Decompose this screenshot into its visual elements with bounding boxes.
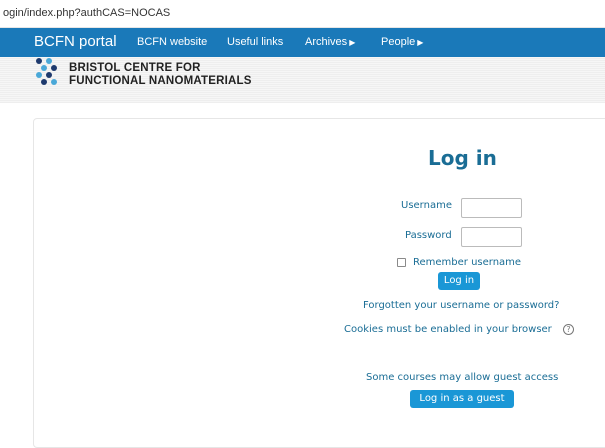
brand-link[interactable]: BCFN portal	[34, 33, 117, 50]
login-panel	[33, 118, 605, 448]
nav-menu-people[interactable]: People ▶	[381, 36, 423, 48]
guest-access-text: Some courses may allow guest access	[366, 372, 559, 383]
login-button[interactable]: Log in	[438, 272, 480, 290]
cookies-notice: Cookies must be enabled in your browser	[344, 324, 552, 335]
password-input[interactable]	[461, 227, 522, 247]
username-label: Username	[401, 200, 452, 211]
logo-line: BRISTOL CENTRE FOR	[69, 62, 201, 74]
bcfn-logo-icon	[36, 58, 57, 85]
password-label: Password	[405, 230, 452, 241]
nav-menu-archives[interactable]: Archives ▶	[305, 36, 355, 48]
logo-line: FUNCTIONAL NANOMATERIALS	[69, 75, 252, 87]
nav-link-label: Archives	[305, 36, 348, 48]
caret-right-icon: ▶	[417, 38, 424, 47]
nav-link-bcfn-website[interactable]: BCFN website	[137, 36, 207, 48]
username-input[interactable]	[461, 198, 522, 218]
bcfn-logo-text: BRISTOL CENTRE FOR FUNCTIONAL NANOMATERI…	[69, 62, 252, 88]
top-navbar: BCFN portal BCFN website Useful links Ar…	[0, 28, 605, 57]
nav-link-useful-links[interactable]: Useful links	[227, 36, 283, 48]
browser-url[interactable]: ogin/index.php?authCAS=NOCAS	[0, 0, 605, 28]
url-text: ogin/index.php?authCAS=NOCAS	[3, 7, 171, 19]
remember-username-label: Remember username	[413, 257, 522, 268]
nav-link-label: Useful links	[227, 36, 284, 48]
help-icon[interactable]: ?	[563, 324, 574, 335]
nav-link-label: BCFN website	[137, 36, 208, 48]
remember-username-checkbox[interactable]	[397, 258, 406, 267]
nav-link-label: People	[381, 36, 416, 48]
guest-login-button[interactable]: Log in as a guest	[410, 390, 514, 408]
forgot-password-link[interactable]: Forgotten your username or password?	[363, 300, 559, 311]
login-title: Log in	[428, 146, 497, 170]
caret-right-icon: ▶	[349, 38, 356, 47]
